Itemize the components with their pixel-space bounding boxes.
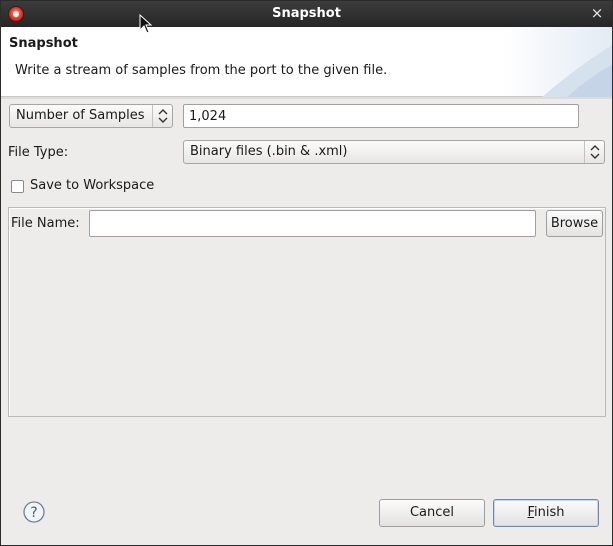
sample-mode-value: Number of Samples: [16, 108, 145, 123]
save-to-workspace-label[interactable]: Save to Workspace: [30, 178, 154, 193]
file-type-label: File Type:: [8, 145, 69, 160]
wizard-header: Snapshot Write a stream of samples from …: [1, 27, 612, 97]
up-down-arrows-icon: [152, 105, 172, 127]
page-title: Snapshot: [9, 36, 78, 51]
file-type-select[interactable]: Binary files (.bin & .xml): [183, 140, 605, 164]
page-description: Write a stream of samples from the port …: [15, 63, 388, 78]
finish-button[interactable]: Finish: [493, 499, 599, 527]
browse-button[interactable]: Browse: [546, 210, 603, 237]
file-name-field[interactable]: [90, 211, 535, 236]
title-bar[interactable]: Snapshot ×: [1, 1, 612, 27]
sample-count-field[interactable]: [184, 105, 578, 127]
help-icon[interactable]: ?: [23, 501, 45, 523]
mouse-pointer-icon: [139, 14, 153, 34]
window-title: Snapshot: [272, 6, 341, 21]
save-to-workspace-checkbox[interactable]: [11, 180, 24, 193]
svg-text:?: ?: [30, 505, 37, 521]
file-type-value: Binary files (.bin & .xml): [190, 144, 348, 159]
sample-mode-select[interactable]: Number of Samples: [9, 104, 173, 128]
snapshot-dialog: Snapshot × Snapshot Write a stream of sa…: [0, 0, 613, 546]
close-icon[interactable]: ×: [590, 4, 604, 22]
file-name-label: File Name:: [11, 216, 80, 231]
header-banner-graphic: [542, 45, 612, 97]
cancel-button[interactable]: Cancel: [379, 499, 485, 527]
header-divider: [1, 97, 612, 99]
sample-count-input[interactable]: [183, 104, 579, 128]
file-name-input[interactable]: [89, 210, 536, 237]
finish-label-rest: inish: [534, 505, 565, 520]
file-name-group: File Name: Browse: [8, 207, 606, 417]
up-down-arrows-icon: [584, 141, 604, 163]
